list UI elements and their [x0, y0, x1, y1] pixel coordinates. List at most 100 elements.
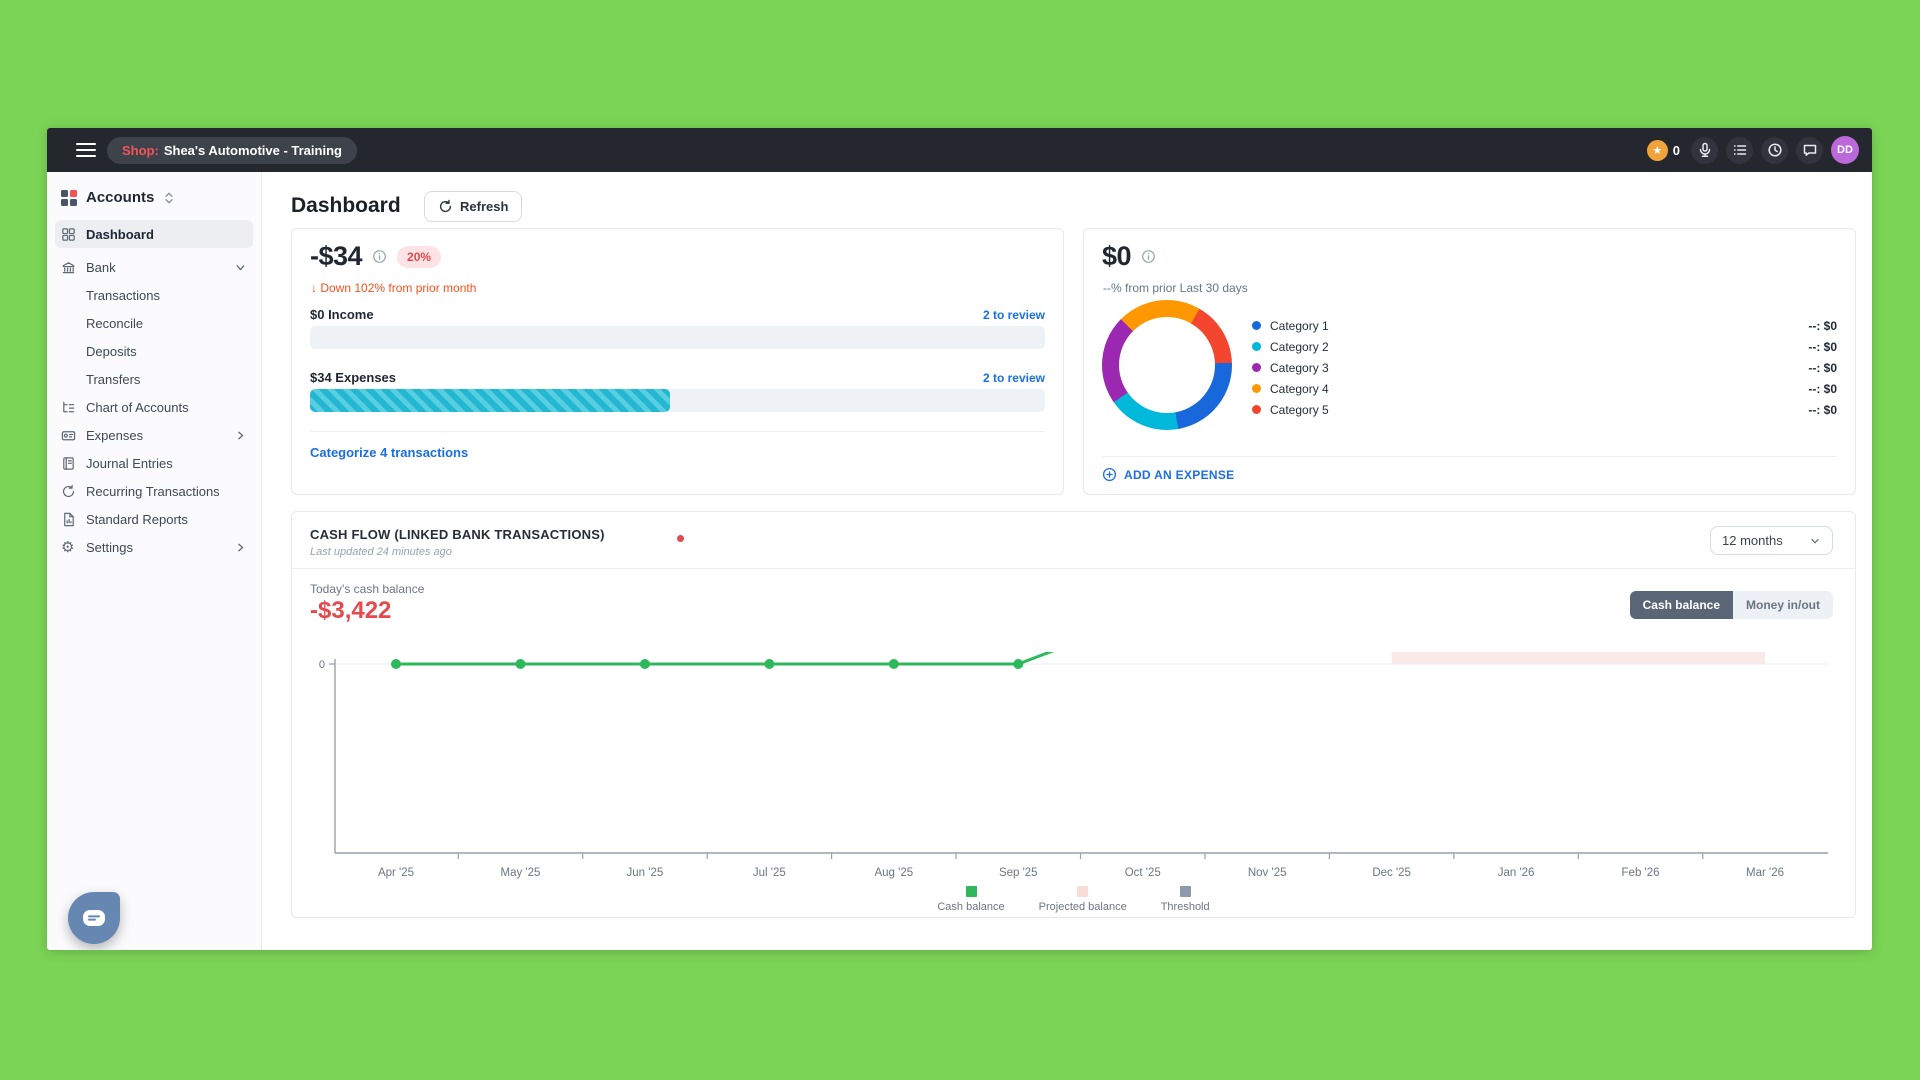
info-icon[interactable] [372, 249, 387, 264]
range-select[interactable]: 12 months [1710, 526, 1833, 555]
avatar[interactable]: DD [1831, 136, 1859, 164]
legend-item: Threshold [1161, 886, 1210, 913]
sidebar-item-journal-entries[interactable]: Journal Entries [55, 449, 253, 477]
chat-fab[interactable] [68, 892, 120, 944]
range-value: 12 months [1722, 533, 1783, 548]
cashflow-chart-legend: Cash balance Projected balance Threshold [292, 886, 1855, 913]
sidebar-item-standard-reports[interactable]: Standard Reports [55, 505, 253, 533]
sidebar-item-label: Recurring Transactions [86, 484, 220, 499]
expenses-bar-fill [310, 389, 670, 412]
sort-chevrons-icon[interactable] [163, 191, 175, 205]
expenses-review-link[interactable]: 2 to review [983, 371, 1045, 385]
sidebar-title: Accounts [86, 189, 154, 206]
category-value: --: $0 [1808, 361, 1837, 375]
category-label: Category 1 [1270, 319, 1329, 333]
toggle-money-inout[interactable]: Money in/out [1733, 591, 1833, 619]
category-label: Category 3 [1270, 361, 1329, 375]
x-axis-tick-label: Jul '25 [753, 867, 786, 879]
accounts-grid-icon [61, 190, 77, 206]
bank-icon [61, 260, 77, 275]
history-button[interactable] [1761, 137, 1788, 164]
refresh-button[interactable]: Refresh [424, 191, 522, 222]
sidebar-item-bank[interactable]: Bank [55, 253, 253, 281]
x-axis-tick-label: Jan '26 [1498, 867, 1535, 879]
sidebar-item-transactions[interactable]: Transactions [55, 281, 253, 309]
chevron-right-icon [234, 541, 247, 554]
categorize-transactions-link[interactable]: Categorize 4 transactions [310, 445, 468, 460]
cash-balance-line [396, 652, 1516, 664]
toggle-cash-balance[interactable]: Cash balance [1630, 591, 1733, 619]
category-label: Category 2 [1270, 340, 1329, 354]
cashflow-chart-svg: 0-1K-2K-3K-4KApr '25May '25Jun '25Jul '2… [292, 652, 1857, 887]
category-legend: Category 1--: $0Category 2--: $0Category… [1252, 315, 1837, 420]
legend-swatch [966, 886, 977, 897]
category-value: --: $0 [1808, 382, 1837, 396]
star-icon: ★ [1647, 140, 1668, 161]
topbar-actions: ★ 0 DD [1647, 136, 1872, 164]
cashflow-chart: 0-1K-2K-3K-4KApr '25May '25Jun '25Jul '2… [292, 652, 1857, 887]
category-value: --: $0 [1808, 340, 1837, 354]
sidebar-item-reconcile[interactable]: Reconcile [55, 309, 253, 337]
chart-mode-toggle: Cash balance Money in/out [1630, 591, 1833, 619]
income-review-link[interactable]: 2 to review [983, 308, 1045, 322]
clock-icon [1767, 142, 1783, 158]
x-axis-tick-label: Dec '25 [1372, 867, 1411, 879]
microphone-button[interactable] [1691, 137, 1718, 164]
sidebar-item-deposits[interactable]: Deposits [55, 337, 253, 365]
sidebar-item-settings[interactable]: ⚙Settings [55, 533, 253, 561]
sidebar-item-label: Reconcile [86, 316, 143, 331]
legend-item: Projected balance [1039, 886, 1127, 913]
sidebar: Accounts Dashboard Bank Transactions Reconc… [47, 172, 262, 950]
legend-swatch [1180, 886, 1191, 897]
category-row: Category 5--: $0 [1252, 399, 1837, 420]
sidebar-item-label: Journal Entries [86, 456, 173, 471]
expense-total: $0 [1102, 241, 1131, 272]
x-axis-tick-label: Aug '25 [874, 867, 913, 879]
category-dot [1252, 384, 1261, 393]
net-amount: -$34 [310, 241, 362, 272]
info-icon[interactable] [1141, 249, 1156, 264]
sidebar-item-chart-of-accounts[interactable]: Chart of Accounts [55, 393, 253, 421]
category-row: Category 2 --: $0 [1252, 336, 1837, 357]
sidebar-item-label: Transfers [86, 372, 140, 387]
tasks-button[interactable] [1726, 137, 1753, 164]
expenses-bar [310, 389, 1045, 412]
legend-label: Projected balance [1039, 901, 1127, 913]
x-axis-tick-label: Jun '25 [627, 867, 664, 879]
profit-loss-card: -$34 20% ↓ Down 102% from prior month $0… [291, 228, 1064, 495]
legend-label: Cash balance [937, 901, 1004, 913]
sidebar-item-label: Deposits [86, 344, 137, 359]
expense-donut-chart [1102, 300, 1232, 430]
coin-count: 0 [1673, 143, 1680, 158]
sidebar-item-recurring-transactions[interactable]: Recurring Transactions [55, 477, 253, 505]
sidebar-item-dashboard[interactable]: Dashboard [55, 220, 253, 248]
sidebar-item-label: Settings [86, 540, 133, 555]
sidebar-item-transfers[interactable]: Transfers [55, 365, 253, 393]
projected-balance-area [1392, 652, 1765, 664]
sidebar-item-expenses[interactable]: Expenses [55, 421, 253, 449]
coins-badge[interactable]: ★ 0 [1647, 140, 1680, 161]
tree-icon [61, 400, 77, 415]
card-icon [61, 428, 77, 443]
cash-balance-point [1013, 659, 1023, 669]
income-label: $0 Income [310, 307, 374, 322]
shop-selector[interactable]: Shop: Shea's Automotive - Training [107, 137, 357, 164]
income-bar [310, 326, 1045, 349]
sidebar-header[interactable]: Accounts [47, 172, 261, 216]
hamburger-menu-icon[interactable] [76, 143, 96, 157]
page-title: Dashboard [291, 194, 401, 218]
chevron-down-icon [234, 261, 247, 274]
expenses-label: $34 Expenses [310, 370, 396, 385]
category-row: Category 1--: $0 [1252, 315, 1837, 336]
legend-item: Cash balance [937, 886, 1004, 913]
chevron-right-icon [234, 429, 247, 442]
add-expense-link[interactable]: ADD AN EXPENSE [1102, 467, 1234, 482]
messages-button[interactable] [1796, 137, 1823, 164]
category-label: Category 5 [1270, 403, 1329, 417]
cash-balance-point [515, 659, 525, 669]
category-row: Category 3 --: $0 [1252, 357, 1837, 378]
x-axis-tick-label: May '25 [500, 867, 540, 879]
expense-breakdown-card: $0 --% from prior Last 30 days Category … [1083, 228, 1856, 495]
category-label: Category 4 [1270, 382, 1329, 396]
sidebar-item-label: Bank [86, 260, 116, 275]
